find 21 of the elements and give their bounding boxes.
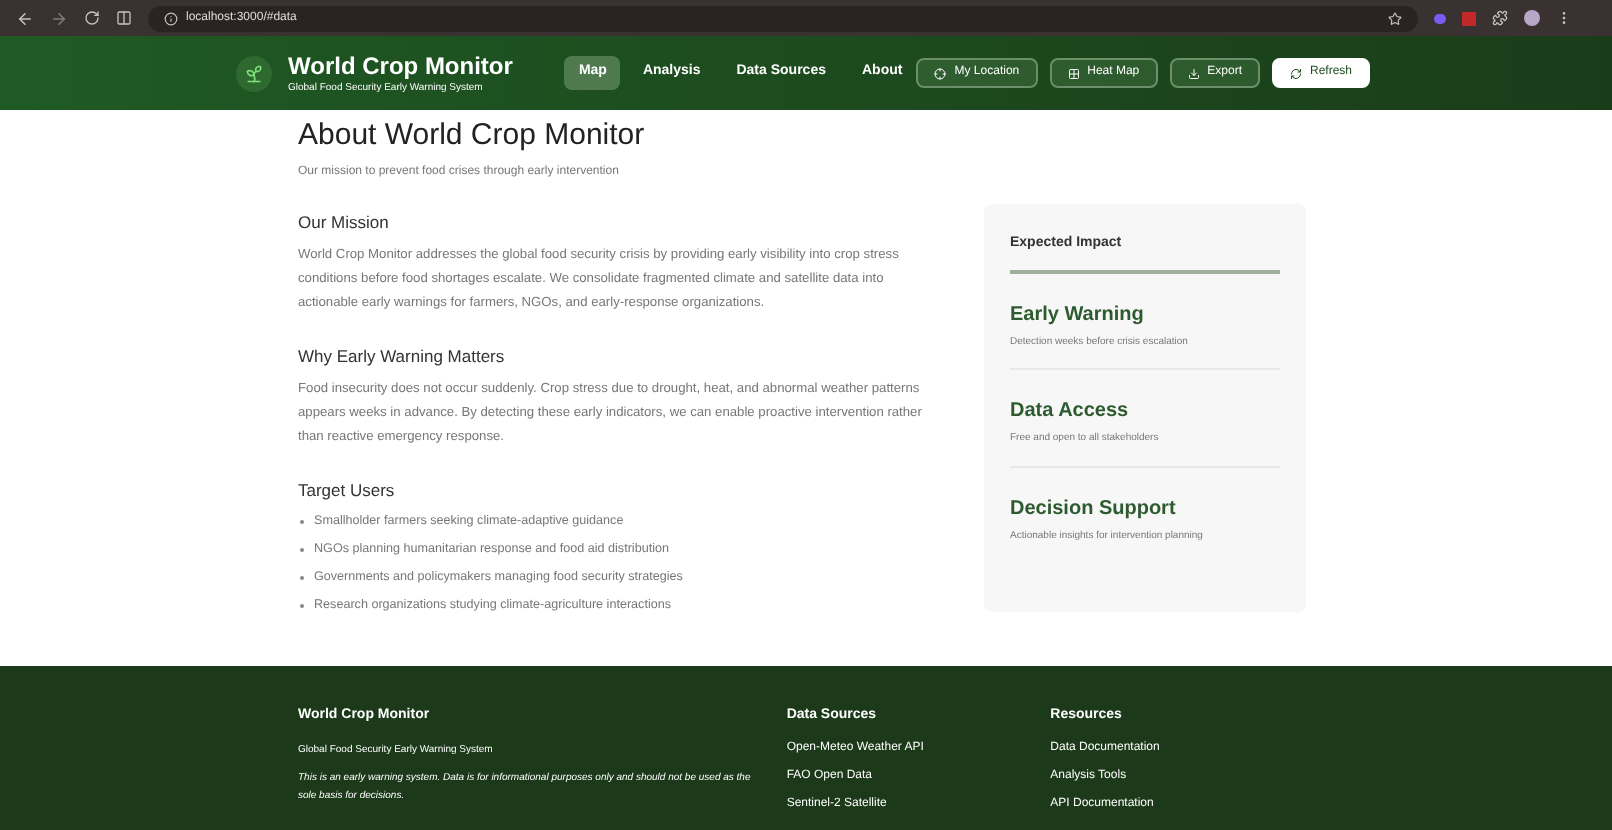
section-heading: Why Early Warning Matters <box>298 346 507 366</box>
extension-icon[interactable] <box>1434 13 1446 23</box>
impact-title: Early Warning <box>1010 303 1146 327</box>
logo-icon <box>236 55 272 91</box>
reload-icon[interactable] <box>84 10 100 26</box>
extensions-icon[interactable] <box>1492 10 1508 26</box>
bookmark-icon[interactable] <box>1388 11 1402 25</box>
section-heading: Our Mission <box>298 212 391 232</box>
profile-avatar[interactable] <box>1524 10 1540 26</box>
back-icon[interactable] <box>16 9 34 27</box>
app-title: World Crop Monitor <box>288 51 513 79</box>
sidebar-icon[interactable] <box>116 10 132 26</box>
heatmap-icon <box>1067 67 1080 79</box>
location-icon <box>934 67 947 79</box>
impact-title: Data Access <box>1010 400 1131 424</box>
page-title: About World Crop Monitor <box>298 116 647 156</box>
refresh-icon <box>1289 67 1302 79</box>
export-icon <box>1187 67 1200 79</box>
section-heading: Target Users <box>298 480 397 500</box>
impact-title: Decision Support <box>1010 497 1178 521</box>
info-icon <box>164 11 178 25</box>
